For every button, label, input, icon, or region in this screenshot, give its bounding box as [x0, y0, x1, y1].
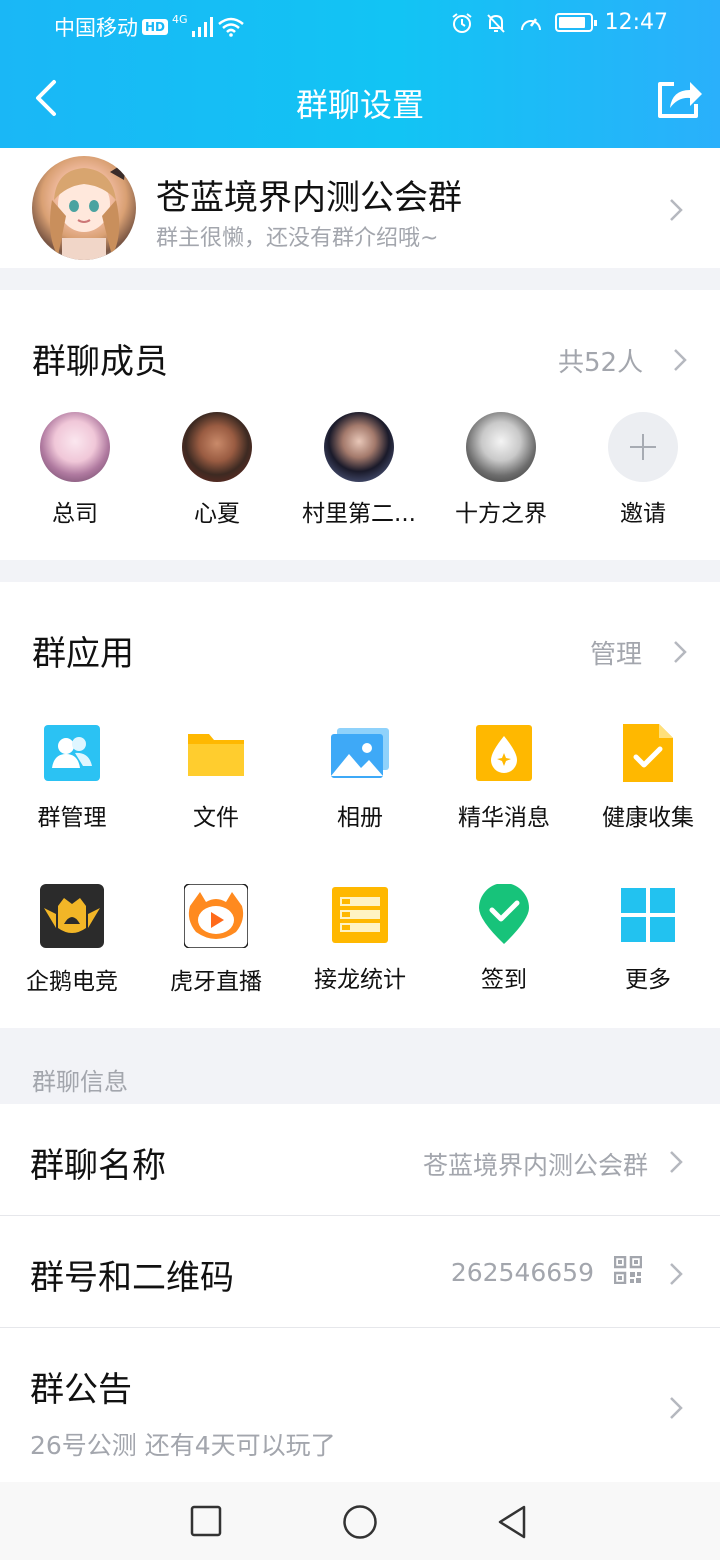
app-huya-live[interactable]: 虎牙直播: [144, 883, 288, 996]
app-label: 更多: [625, 967, 671, 993]
app-group-manage[interactable]: 群管理: [0, 722, 144, 832]
member-name: 村里第二...: [302, 501, 416, 527]
chevron-right-icon[interactable]: [672, 638, 688, 666]
health-collect-icon: [623, 724, 673, 782]
app-essence[interactable]: 精华消息: [432, 722, 576, 832]
group-id-row[interactable]: 群号和二维码 262546659: [0, 1216, 720, 1328]
app-health[interactable]: 健康收集: [576, 722, 720, 832]
avatar: [466, 412, 536, 482]
solitaire-stats-icon: [332, 887, 388, 943]
members-title: 群聊成员: [32, 342, 168, 382]
app-label: 精华消息: [458, 805, 550, 831]
status-bar: 中国移动 HD 4G 12:47: [0, 0, 720, 50]
members-section: 群聊成员 共52人 总司 心夏 村里第二... 十方之界 邀请: [0, 290, 720, 560]
app-solitaire[interactable]: 接龙统计: [288, 884, 432, 994]
group-name-label: 群聊名称: [30, 1146, 166, 1186]
group-profile-row[interactable]: 苍蓝境界内测公会群 群主很懒，还没有群介绍哦~: [0, 148, 720, 268]
photo-album-icon: [331, 728, 389, 778]
group-intro: 群主很懒，还没有群介绍哦~: [156, 226, 439, 251]
app-label: 群管理: [37, 805, 107, 831]
chevron-right-icon: [670, 1151, 683, 1173]
share-icon[interactable]: [652, 72, 704, 124]
app-label: 接龙统计: [314, 967, 406, 993]
group-manage-icon: [44, 725, 100, 781]
battery-icon: [554, 13, 597, 32]
member-item[interactable]: 十方之界: [430, 412, 572, 528]
app-label: 文件: [193, 805, 239, 831]
member-item[interactable]: 心夏: [146, 412, 288, 528]
member-item[interactable]: 总司: [4, 412, 146, 528]
avatar: [182, 412, 252, 482]
recent-apps-icon[interactable]: [190, 1505, 222, 1537]
folder-icon: [188, 734, 244, 776]
app-file[interactable]: 文件: [144, 722, 288, 832]
more-apps-icon: [621, 888, 675, 942]
member-name: 总司: [52, 501, 98, 527]
hd-badge: HD: [142, 19, 169, 35]
app-album[interactable]: 相册: [288, 722, 432, 832]
alarm-icon: [451, 12, 472, 33]
group-apps-section: 群应用 管理 群管理 文件 相册 精华消息 健康收集 企鹅电竞 虎牙直播 接龙统…: [0, 582, 720, 1028]
speed-icon: [520, 17, 541, 30]
app-label: 签到: [481, 967, 527, 993]
back-triangle-icon[interactable]: [496, 1504, 528, 1540]
plus-icon: [608, 412, 678, 482]
group-notice-value: 26号公测 还有4天可以玩了: [30, 1431, 336, 1460]
page-title: 群聊设置: [295, 86, 424, 124]
app-more[interactable]: 更多: [576, 884, 720, 994]
mute-icon: [486, 13, 505, 33]
group-name-value: 苍蓝境界内测公会群: [422, 1151, 648, 1180]
member-name: 十方之界: [455, 501, 547, 527]
avatar: [40, 412, 110, 482]
app-check-in[interactable]: 签到: [432, 883, 576, 994]
member-item[interactable]: 村里第二...: [288, 412, 430, 528]
wifi-icon: [217, 17, 244, 37]
group-notice-row[interactable]: 群公告 26号公测 还有4天可以玩了: [0, 1328, 720, 1482]
invite-button[interactable]: 邀请: [572, 412, 714, 528]
chevron-right-icon: [670, 199, 683, 221]
app-penguin-esports[interactable]: 企鹅电竞: [0, 884, 144, 996]
group-name-row[interactable]: 群聊名称 苍蓝境界内测公会群: [0, 1104, 720, 1216]
app-label: 相册: [337, 805, 383, 831]
chevron-right-icon: [670, 1263, 683, 1285]
network-type: 4G: [172, 12, 188, 26]
member-name: 心夏: [194, 501, 240, 527]
group-id-label: 群号和二维码: [30, 1258, 234, 1298]
signal-icon: [191, 17, 213, 37]
qr-code-icon: [614, 1256, 642, 1284]
avatar: [324, 412, 394, 482]
group-avatar: [32, 156, 136, 260]
group-name: 苍蓝境界内测公会群: [156, 178, 462, 218]
penguin-esports-icon: [40, 884, 104, 948]
invite-label: 邀请: [620, 501, 666, 527]
chevron-right-icon[interactable]: [672, 346, 688, 374]
app-label: 虎牙直播: [170, 969, 262, 995]
essence-message-icon: [476, 725, 532, 781]
group-notice-label: 群公告: [30, 1370, 132, 1410]
chevron-right-icon: [670, 1397, 683, 1419]
app-label: 企鹅电竞: [26, 969, 118, 995]
huya-live-icon: [183, 883, 249, 949]
system-nav-bar: [0, 1482, 720, 1560]
check-in-icon: [479, 883, 529, 944]
group-id-value: 262546659: [450, 1258, 594, 1287]
nav-bar: 群聊设置: [0, 62, 720, 138]
clock: 12:47: [604, 10, 668, 35]
app-label: 健康收集: [602, 805, 694, 831]
home-icon[interactable]: [342, 1504, 378, 1540]
header-bar: 中国移动 HD 4G 12:47 群聊设置: [0, 0, 720, 148]
apps-manage-link[interactable]: 管理: [590, 634, 642, 671]
member-count[interactable]: 共52人: [558, 342, 643, 379]
apps-title: 群应用: [32, 634, 134, 674]
carrier-name: 中国移动: [54, 16, 138, 40]
group-avatar-image: [50, 162, 126, 260]
info-section-label: 群聊信息: [32, 1068, 128, 1096]
